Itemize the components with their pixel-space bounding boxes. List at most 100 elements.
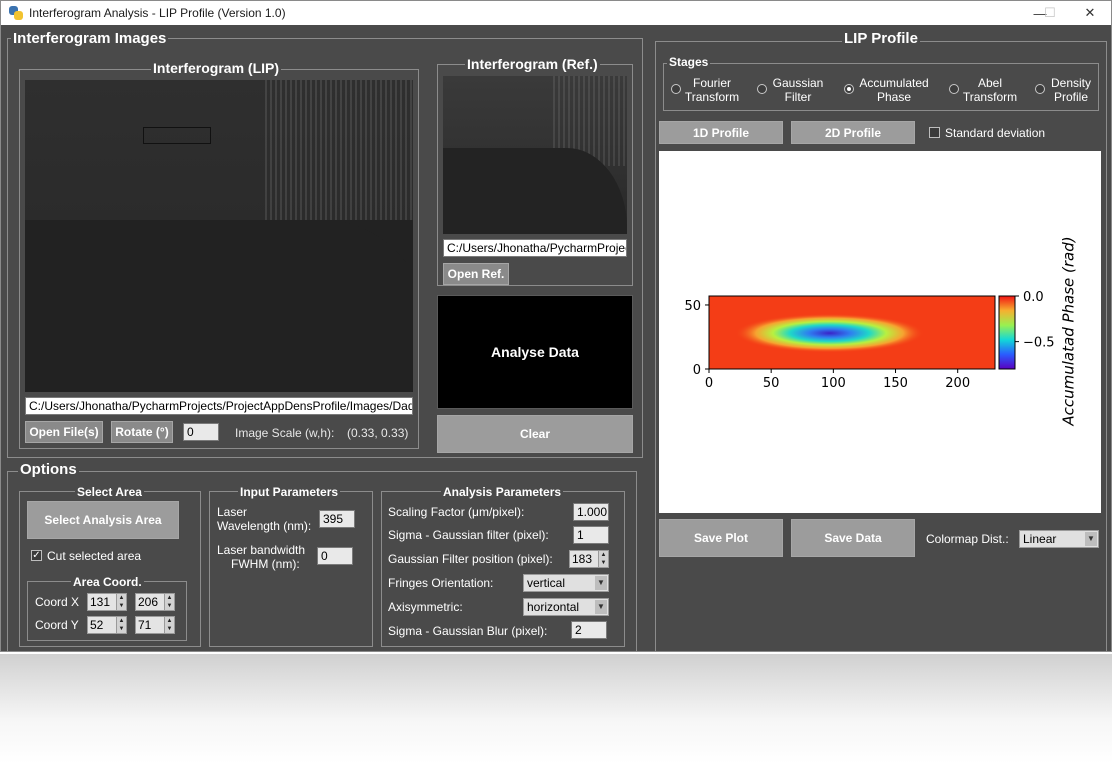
bandwidth-label-line1: Laser bandwidth [217, 543, 306, 557]
lip-profile-title: LIP Profile [842, 30, 920, 47]
lip-interferogram-image[interactable] [25, 80, 413, 392]
wavelength-label-line1: Laser [217, 505, 248, 519]
x-tick-label: 100 [821, 376, 846, 391]
wavelength-label-line2: Wavelength (nm): [217, 519, 312, 533]
colormap-value: Linear [1023, 532, 1057, 546]
coord-y2-spinbox[interactable]: 71 ▲ ▼ [135, 616, 175, 634]
axisymmetric-select[interactable]: horizontal ▼ [523, 598, 609, 616]
heatmap-feature [735, 313, 925, 353]
stages-title: Stages [667, 54, 711, 70]
ref-interferogram-image[interactable] [443, 76, 627, 234]
coord-x2-spinbox[interactable]: 206 ▲ ▼ [135, 593, 175, 611]
wavelength-field[interactable]: 395 [319, 510, 355, 528]
ref-path-field[interactable]: C:/Users/Jhonatha/PycharmProjec [443, 239, 627, 257]
colorbar-label-wrap: Accumulatad Phase (rad) [1057, 231, 1081, 431]
options-title: Options [18, 461, 79, 478]
axisymmetric-label: Axisymmetric: [388, 600, 463, 614]
stage-density-label-1: Density [1050, 76, 1091, 90]
spin-arrows-icon[interactable]: ▲ ▼ [164, 617, 174, 633]
coord-y1-value: 52 [90, 618, 104, 632]
profile-1d-button[interactable]: 1D Profile [659, 121, 783, 144]
gaussian-position-value: 183 [572, 552, 593, 566]
coord-y-label: Coord Y [35, 618, 79, 632]
coord-x1-spinbox[interactable]: 131 ▲ ▼ [87, 593, 127, 611]
lip-title: Interferogram (LIP) [151, 60, 282, 76]
fringes-orientation-value: vertical [527, 576, 566, 590]
chevron-down-icon[interactable]: ▼ [595, 576, 607, 590]
y-tick-label: 0 [693, 363, 701, 378]
ref-title: Interferogram (Ref.) [465, 56, 600, 72]
sigma-gaussian-label: Sigma - Gaussian filter (pixel): [388, 528, 549, 542]
sigma-blur-field[interactable]: 2 [571, 621, 607, 639]
colormap-label: Colormap Dist.: [926, 532, 1009, 546]
stage-abel-label-2: Transform [962, 90, 1018, 104]
rotate-angle-field[interactable]: 0 [183, 423, 219, 441]
scaling-factor-label: Scaling Factor (μm/pixel): [388, 505, 525, 519]
std-deviation-label: Standard deviation [945, 126, 1046, 140]
bandwidth-field[interactable]: 0 [317, 547, 353, 565]
cut-area-checkbox[interactable]: ✓ [31, 550, 42, 561]
app-window: Interferogram Analysis - LIP Profile (Ve… [0, 0, 1112, 652]
stage-gaussian-label-2: Filter [784, 90, 812, 104]
coord-y2-value: 71 [138, 618, 152, 632]
stage-accumulated-label-2: Phase [876, 90, 912, 104]
std-deviation-checkbox[interactable] [929, 127, 940, 138]
spin-arrows-icon[interactable]: ▲ ▼ [116, 617, 126, 633]
coord-x-label: Coord X [35, 595, 80, 609]
colorbar-tick-label: −0.5 [1023, 336, 1055, 351]
colormap-select[interactable]: Linear ▼ [1019, 530, 1099, 548]
open-ref-button[interactable]: Open Ref. [443, 263, 509, 285]
chevron-down-icon[interactable]: ▼ [1085, 532, 1097, 546]
analyse-data-button[interactable]: Analyse Data [437, 295, 633, 409]
stage-density-label-2: Profile [1053, 90, 1088, 104]
sigma-gaussian-field[interactable]: 1 [573, 526, 609, 544]
scaling-factor-field[interactable]: 1.000 [573, 503, 609, 521]
selection-rectangle[interactable] [143, 127, 211, 144]
stage-abel-label-1: Abel [977, 76, 1003, 90]
select-analysis-area-button[interactable]: Select Analysis Area [27, 501, 179, 539]
stage-abel-radio[interactable] [949, 84, 959, 94]
stage-gaussian-radio[interactable] [757, 84, 767, 94]
window-title: Interferogram Analysis - LIP Profile (Ve… [29, 6, 286, 20]
save-plot-button[interactable]: Save Plot [659, 519, 783, 557]
stage-fourier-label-2: Transform [684, 90, 740, 104]
stage-accumulated-label-1: Accumulated [859, 76, 929, 90]
window-reflection [0, 654, 1112, 764]
bandwidth-label-line2: FWHM (nm): [231, 557, 300, 571]
colorbar-tick-label: 0.0 [1023, 290, 1044, 305]
coord-x2-value: 206 [138, 595, 159, 609]
spin-arrows-icon[interactable]: ▲ ▼ [116, 594, 126, 610]
stage-gaussian-label-1: Gaussian [772, 76, 824, 90]
rotate-button[interactable]: Rotate (°) [111, 421, 173, 443]
accumulated-phase-heatmap: 0 50 100 150 200 0 50 0.0 −0.5 [684, 290, 1055, 391]
close-button[interactable]: ✕ [1067, 1, 1111, 25]
x-tick-label: 150 [883, 376, 908, 391]
open-files-button[interactable]: Open File(s) [25, 421, 103, 443]
fringes-orientation-select[interactable]: vertical ▼ [523, 574, 609, 592]
plot-canvas[interactable]: 0 50 100 150 200 0 50 0.0 −0.5 Accumulatad Phase… [659, 151, 1101, 513]
select-area-title: Select Area [75, 484, 144, 500]
stage-fourier-label-1: Fourier [692, 76, 731, 90]
spin-arrows-icon[interactable]: ▲ ▼ [598, 551, 608, 567]
spin-arrows-icon[interactable]: ▲ ▼ [164, 594, 174, 610]
ref-shadow-region [443, 148, 627, 234]
area-coord-title: Area Coord. [71, 574, 144, 590]
title-bar: Interferogram Analysis - LIP Profile (Ve… [1, 1, 1111, 25]
colorbar [998, 295, 1016, 370]
stage-density-radio[interactable] [1035, 84, 1045, 94]
python-logo-icon [9, 6, 23, 20]
x-tick-label: 200 [945, 376, 970, 391]
y-tick-label: 50 [684, 299, 701, 314]
axisymmetric-value: horizontal [527, 600, 580, 614]
save-data-button[interactable]: Save Data [791, 519, 915, 557]
chevron-down-icon[interactable]: ▼ [595, 600, 607, 614]
clear-button[interactable]: Clear [437, 415, 633, 453]
image-scale-value: (0.33, 0.33) [347, 426, 409, 440]
coord-x1-value: 131 [90, 595, 111, 609]
gaussian-position-spinbox[interactable]: 183 ▲ ▼ [569, 550, 609, 568]
stage-fourier-radio[interactable] [671, 84, 681, 94]
lip-path-field[interactable]: C:/Users/Jhonatha/PycharmProjects/Projec… [25, 397, 413, 415]
coord-y1-spinbox[interactable]: 52 ▲ ▼ [87, 616, 127, 634]
profile-2d-button[interactable]: 2D Profile [791, 121, 915, 144]
stage-accumulated-radio[interactable] [844, 84, 854, 94]
